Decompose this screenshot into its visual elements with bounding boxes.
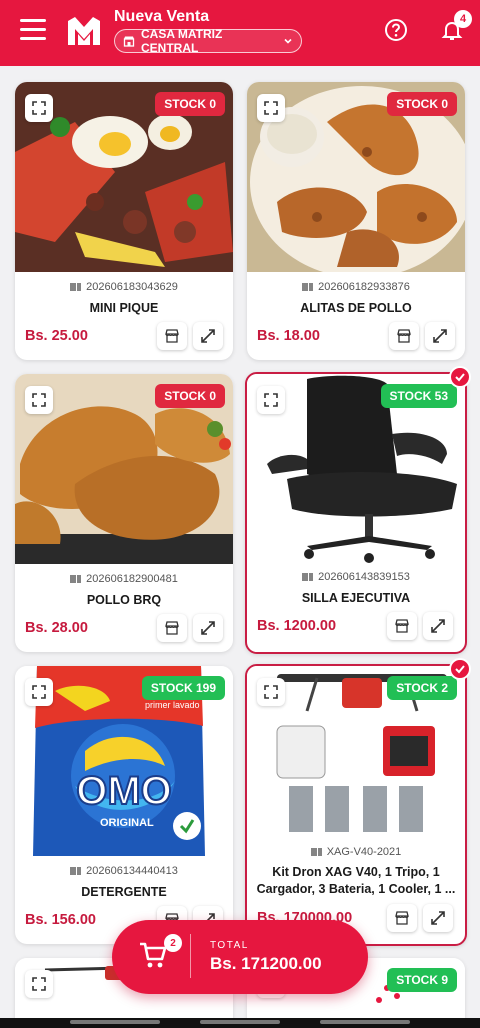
store-icon	[395, 911, 409, 925]
product-price: Bs. 18.00	[257, 328, 320, 344]
barcode-icon	[70, 867, 81, 875]
expand-image-button[interactable]	[25, 678, 53, 706]
stock-badge: STOCK 0	[155, 92, 225, 116]
expand-image-button[interactable]	[25, 970, 53, 998]
fullscreen-icon	[264, 393, 278, 407]
store-stock-button[interactable]	[157, 614, 187, 642]
open-product-button[interactable]	[423, 612, 453, 640]
stock-badge: STOCK 53	[380, 384, 457, 408]
product-name: MINI PIQUE	[89, 301, 159, 315]
product-card[interactable]: STOCK 0 202606182933876 ALITAS DE POLLO …	[247, 82, 465, 360]
expand-image-button[interactable]	[25, 386, 53, 414]
product-card[interactable]: STOCK 2 XAG-V40-2021 Kit Dron XAG V40, 1…	[245, 664, 467, 946]
expand-arrows-icon	[201, 329, 215, 343]
branch-selector[interactable]: CASA MATRIZ CENTRAL	[114, 27, 302, 55]
chevron-down-icon	[284, 38, 292, 44]
product-code: 202606182933876	[247, 281, 465, 293]
app-logo	[66, 13, 102, 49]
open-product-button[interactable]	[193, 322, 223, 350]
omo-tag-text: primer lavado	[145, 700, 200, 710]
product-card[interactable]: STOCK 0 202606182900481 POLLO BRQ Bs. 28…	[15, 374, 233, 652]
cart-count-badge: 2	[164, 934, 182, 952]
nav-recents[interactable]	[70, 1020, 160, 1024]
stock-badge: STOCK 9	[387, 968, 457, 992]
store-stock-button[interactable]	[387, 612, 417, 640]
store-icon	[123, 36, 135, 47]
stock-badge: STOCK 199	[141, 676, 225, 700]
omo-brand-text: OMO	[76, 769, 172, 813]
page-title: Nueva Venta	[114, 8, 210, 25]
omo-sub-text: ORIGINAL	[100, 817, 154, 829]
fullscreen-icon	[32, 393, 46, 407]
product-code: XAG-V40-2021	[247, 846, 465, 858]
help-icon[interactable]	[384, 18, 408, 42]
app-header: Nueva Venta CASA MATRIZ CENTRAL 4	[0, 0, 480, 66]
barcode-icon	[311, 848, 322, 856]
expand-arrows-icon	[201, 621, 215, 635]
barcode-icon	[302, 283, 313, 291]
fullscreen-icon	[32, 101, 46, 115]
notification-badge: 4	[454, 10, 472, 28]
product-code: 202606182900481	[15, 573, 233, 585]
product-card[interactable]: OMO ORIGINAL primer lavado STOCK 199 202…	[15, 666, 233, 944]
product-price: Bs. 28.00	[25, 620, 88, 636]
product-price: Bs. 156.00	[25, 912, 96, 928]
expand-image-button[interactable]	[25, 94, 53, 122]
product-name: POLLO BRQ	[86, 593, 162, 607]
store-icon	[395, 619, 409, 633]
branch-label: CASA MATRIZ CENTRAL	[141, 27, 223, 55]
open-product-button[interactable]	[425, 322, 455, 350]
product-code: 202606143839153	[247, 571, 465, 583]
product-price: Bs. 1200.00	[257, 618, 337, 634]
selected-check-icon	[449, 366, 471, 388]
barcode-icon	[302, 573, 313, 581]
cart-total-button[interactable]: 2 TOTAL Bs. 171200.00	[112, 920, 368, 994]
barcode-icon	[70, 283, 81, 291]
expand-arrows-icon	[431, 619, 445, 633]
store-icon	[397, 329, 411, 343]
product-card[interactable]: STOCK 53 202606143839153 SILLA EJECUTIVA…	[245, 372, 467, 654]
product-card[interactable]: STOCK 0 202606183043629 MINI PIQUE Bs. 2…	[15, 82, 233, 360]
product-name: Kit Dron XAG V40, 1 Tripo, 1 Cargador, 3…	[256, 865, 456, 896]
product-code: 202606134440413	[15, 865, 233, 877]
open-product-button[interactable]	[193, 614, 223, 642]
barcode-icon	[70, 575, 81, 583]
store-icon	[165, 621, 179, 635]
stock-badge: STOCK 0	[155, 384, 225, 408]
expand-image-button[interactable]	[257, 94, 285, 122]
fullscreen-icon	[264, 101, 278, 115]
store-stock-button[interactable]	[387, 904, 417, 932]
store-icon	[165, 329, 179, 343]
product-price: Bs. 25.00	[25, 328, 88, 344]
stock-badge: STOCK 2	[387, 676, 457, 700]
fullscreen-icon	[32, 977, 46, 991]
system-nav-bar	[0, 1018, 480, 1028]
expand-arrows-icon	[431, 911, 445, 925]
store-stock-button[interactable]	[389, 322, 419, 350]
expand-image-button[interactable]	[257, 678, 285, 706]
menu-icon[interactable]	[20, 19, 46, 41]
open-product-button[interactable]	[423, 904, 453, 932]
nav-back[interactable]	[320, 1020, 410, 1024]
stock-badge: STOCK 0	[387, 92, 457, 116]
expand-image-button[interactable]	[257, 386, 285, 414]
nav-home[interactable]	[200, 1020, 280, 1024]
total-label: TOTAL	[210, 940, 249, 951]
total-value: Bs. 171200.00	[210, 954, 322, 973]
store-stock-button[interactable]	[157, 322, 187, 350]
selected-check-icon	[449, 658, 471, 680]
product-grid[interactable]: STOCK 0 202606183043629 MINI PIQUE Bs. 2…	[0, 66, 480, 1018]
fullscreen-icon	[264, 685, 278, 699]
product-name: DETERGENTE	[81, 885, 167, 899]
fullscreen-icon	[32, 685, 46, 699]
product-code: 202606183043629	[15, 281, 233, 293]
expand-arrows-icon	[433, 329, 447, 343]
divider	[190, 934, 191, 978]
product-name: ALITAS DE POLLO	[300, 301, 412, 315]
product-name: SILLA EJECUTIVA	[301, 591, 411, 605]
